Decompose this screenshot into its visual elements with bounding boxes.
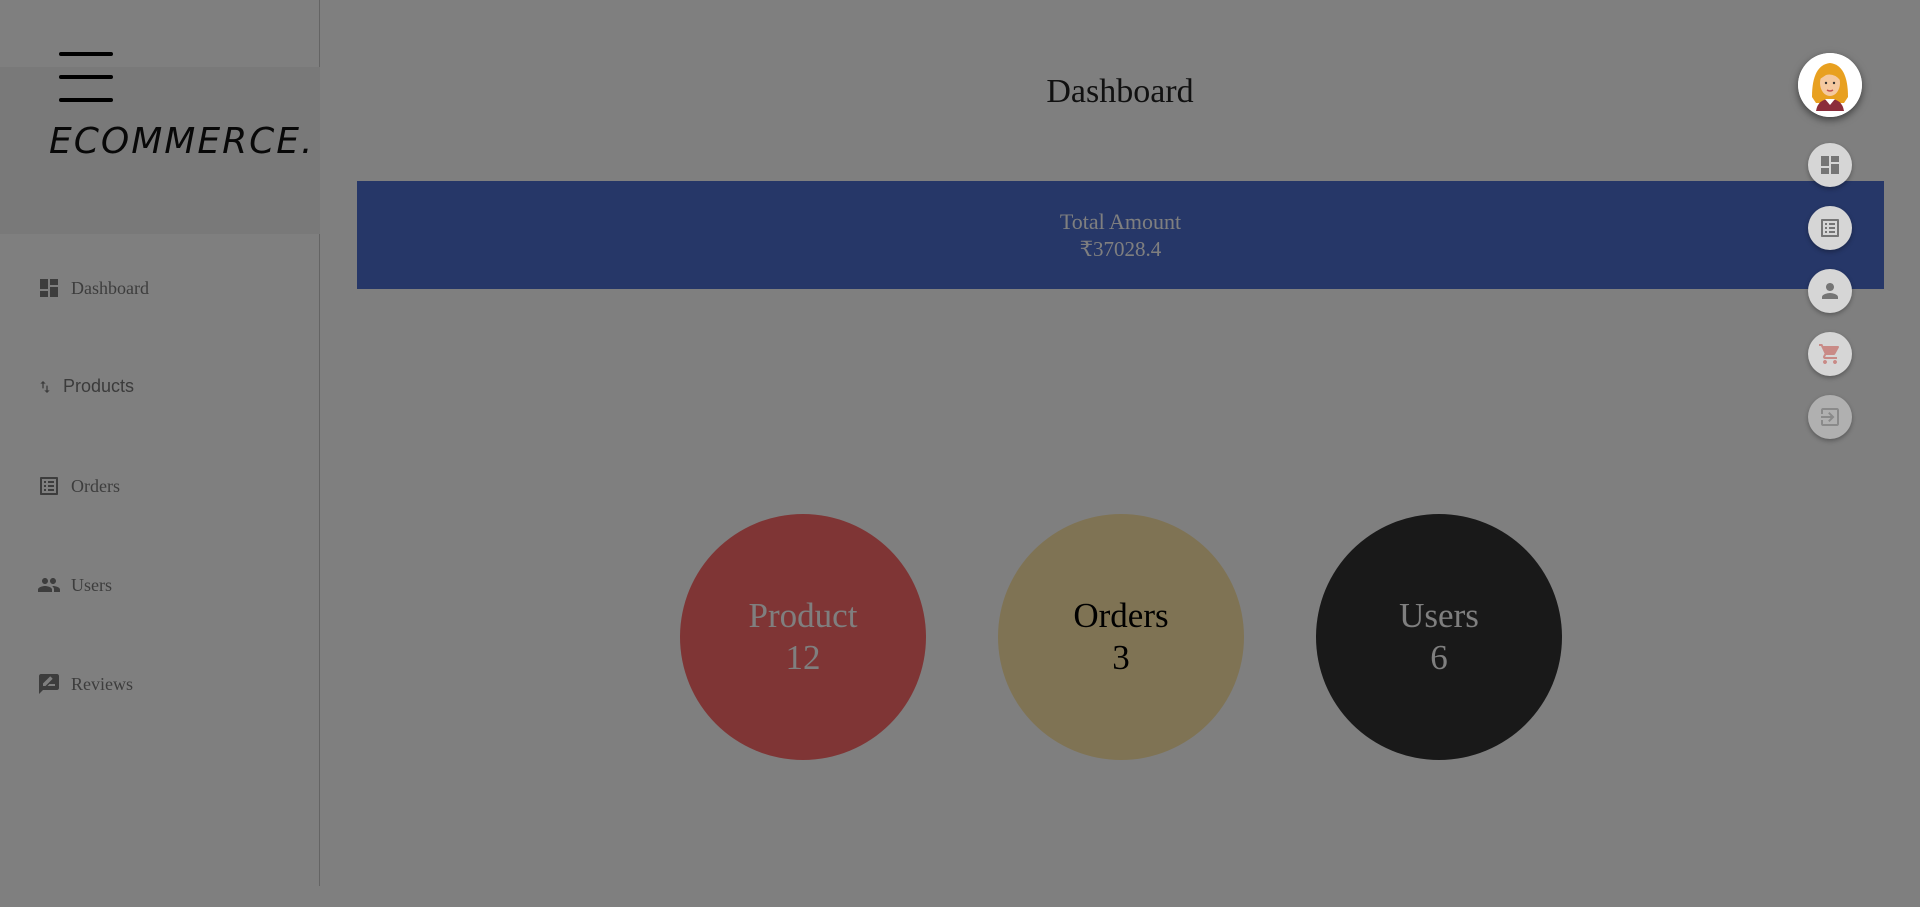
person-icon [1822, 283, 1838, 299]
dial-dashboard-button[interactable] [1808, 143, 1852, 187]
user-avatar[interactable] [1798, 53, 1862, 117]
dashboard-icon [1821, 156, 1839, 174]
menu-icon-bar [59, 98, 113, 102]
backdrop-overlay[interactable] [0, 0, 1920, 907]
menu-icon-bar [59, 75, 113, 79]
exit-to-app-icon [1821, 408, 1839, 426]
dial-logout-button[interactable] [1808, 395, 1852, 439]
dial-cart-button[interactable] [1808, 332, 1852, 376]
dial-orders-button[interactable] [1808, 206, 1852, 250]
avatar-icon [1798, 53, 1862, 117]
menu-icon-bar [59, 52, 113, 56]
list-alt-icon [1821, 219, 1839, 237]
shopping-cart-icon [1819, 344, 1840, 364]
menu-button[interactable] [59, 52, 113, 102]
dial-profile-button[interactable] [1808, 269, 1852, 313]
